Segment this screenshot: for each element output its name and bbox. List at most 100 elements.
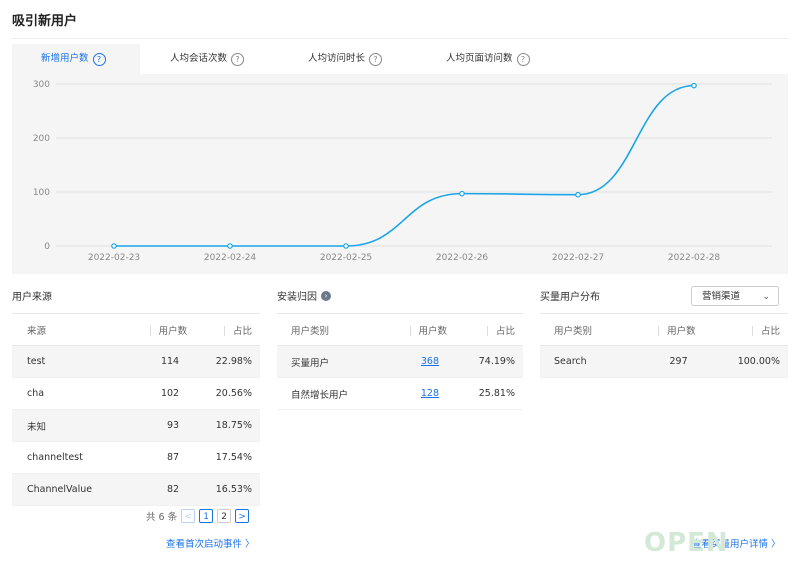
- cell-source: ChannelValue: [12, 473, 129, 506]
- tab-pageviews-per-user[interactable]: 人均页面访问数 ?: [446, 44, 530, 74]
- users-count-link[interactable]: 128: [421, 388, 439, 399]
- series-line: [113, 84, 695, 247]
- table-row: 买量用户 368 74.19%: [277, 345, 523, 378]
- table-header-row: 来源 用户数 占比: [12, 313, 260, 346]
- col-header-users-label: 用户数: [667, 325, 696, 337]
- chart-panel: 0 100 200 300 2022-02-23 2022-02-24 2022-02-25…: [12, 74, 788, 274]
- data-point: [343, 243, 349, 249]
- x-tick-label: 2022-02-25: [320, 253, 372, 263]
- info-icon[interactable]: ›: [321, 290, 331, 301]
- x-tick-label: 2022-02-27: [552, 253, 604, 263]
- cell-users: 368: [385, 345, 456, 378]
- table-row: Search 297 100.00%: [540, 345, 788, 378]
- y-tick-label: 100: [33, 188, 50, 198]
- col-header-share-label: 占比: [760, 325, 780, 337]
- tab-sessions-per-user[interactable]: 人均会话次数 ?: [170, 44, 245, 74]
- col-header-users-label: 用户数: [418, 325, 448, 337]
- col-header-share: 占比: [195, 313, 260, 346]
- table-header-row: 用户类别 用户数 占比: [277, 313, 523, 346]
- cell-source: test: [12, 345, 129, 378]
- next-page-button[interactable]: >: [235, 509, 250, 523]
- install-table: 用户类别 用户数 占比 买量用户 368 74.19% 自然增长用户 128 2…: [277, 313, 523, 410]
- tab-label: 人均会话次数: [170, 53, 228, 64]
- tab-new-users[interactable]: 新增用户数 ?: [12, 44, 140, 74]
- col-header-users-label: 用户数: [158, 325, 188, 337]
- cell-source: cha: [12, 377, 129, 410]
- table-header-row: 用户类别 用户数 占比: [540, 313, 788, 346]
- new-users-line-chart: 0 100 200 300 2022-02-23 2022-02-24 2022-02-25…: [33, 80, 772, 263]
- paid-table: 用户类别 用户数 占比 Search 297 100.00%: [540, 313, 788, 378]
- x-tick-label: 2022-02-28: [668, 253, 721, 263]
- paid-panel: 买量用户分布: [540, 288, 600, 303]
- col-header-share-label: 占比: [232, 325, 252, 337]
- cell-share: 20.56%: [195, 377, 260, 410]
- tab-duration-per-user[interactable]: 人均访问时长 ?: [308, 44, 383, 74]
- tab-label: 新增用户数: [41, 53, 89, 64]
- col-header-share: 占比: [703, 313, 788, 346]
- table-row: test 114 22.98%: [12, 345, 260, 378]
- sources-table: 来源 用户数 占比 test 114 22.98% cha 102 20.56%…: [12, 313, 260, 506]
- tab-label: 人均页面访问数: [446, 53, 513, 64]
- cell-users: 87: [128, 441, 196, 474]
- tab-label: 人均访问时长: [308, 53, 366, 64]
- col-header-users: 用户数: [627, 313, 704, 346]
- users-count-link[interactable]: 368: [421, 356, 439, 367]
- col-header-share-label: 占比: [495, 325, 515, 337]
- cell-users: 93: [128, 409, 196, 442]
- cell-share: 25.81%: [455, 377, 523, 410]
- help-icon[interactable]: ?: [516, 52, 530, 66]
- table-row: 未知 93 18.75%: [12, 409, 260, 442]
- watermark-logo: OPEN: [644, 528, 729, 558]
- cell-users: 114: [128, 345, 196, 378]
- data-point: [111, 243, 117, 249]
- sources-pagination: 共 6 条 < 1 2 >: [146, 509, 250, 523]
- page-title: 吸引新用户: [12, 14, 78, 29]
- col-header-users: 用户数: [385, 313, 456, 346]
- x-tick-label: 2022-02-24: [204, 253, 257, 263]
- col-header-users: 用户数: [128, 313, 196, 346]
- sources-panel: 用户来源: [12, 288, 52, 303]
- help-icon[interactable]: ?: [369, 52, 383, 66]
- cell-users: 128: [385, 377, 456, 410]
- cell-category: Search: [540, 345, 628, 378]
- paid-title: 买量用户分布: [540, 292, 600, 303]
- pagination-total: 共 6 条: [146, 512, 178, 523]
- col-header-category: 用户类别: [540, 313, 628, 346]
- y-tick-label: 200: [33, 134, 50, 144]
- cell-share: 100.00%: [703, 345, 788, 378]
- data-point: [459, 190, 465, 197]
- cell-source: 未知: [12, 409, 129, 442]
- data-point: [575, 191, 581, 198]
- page-2-button[interactable]: 2: [217, 509, 232, 523]
- sources-title: 用户来源: [12, 292, 52, 303]
- table-row: 自然增长用户 128 25.81%: [277, 377, 523, 410]
- cell-source: channeltest: [12, 441, 129, 474]
- page-1-button[interactable]: 1: [199, 509, 214, 523]
- help-icon[interactable]: ?: [231, 52, 245, 66]
- cell-category: 自然增长用户: [277, 377, 386, 410]
- channel-select[interactable]: 营销渠道 ⌄: [691, 286, 779, 306]
- x-tick-label: 2022-02-23: [88, 253, 140, 263]
- cell-share: 74.19%: [455, 345, 523, 378]
- cell-users: 82: [128, 473, 196, 506]
- col-header-source: 来源: [12, 313, 129, 346]
- view-first-launch-event-link[interactable]: 查看首次启动事件 〉: [166, 536, 255, 550]
- cell-share: 17.54%: [195, 441, 260, 474]
- x-tick-label: 2022-02-26: [436, 253, 489, 263]
- y-tick-label: 300: [33, 80, 50, 90]
- data-point: [227, 243, 233, 249]
- install-panel: 安装归因 ›: [277, 288, 331, 303]
- cell-share: 18.75%: [195, 409, 260, 442]
- help-icon[interactable]: ?: [92, 52, 106, 66]
- prev-page-button[interactable]: <: [181, 509, 196, 523]
- table-row: channeltest 87 17.54%: [12, 441, 260, 474]
- chevron-down-icon: ⌄: [762, 292, 770, 302]
- metric-tabs: 新增用户数 ? 人均会话次数 ? 人均访问时长 ? 人均页面访问数 ?: [12, 44, 788, 74]
- cell-users: 102: [128, 377, 196, 410]
- channel-select-value: 营销渠道: [702, 291, 741, 302]
- cell-share: 22.98%: [195, 345, 260, 378]
- col-header-category: 用户类别: [277, 313, 386, 346]
- table-row: ChannelValue 82 16.53%: [12, 473, 260, 506]
- y-tick-label: 0: [44, 242, 50, 252]
- cell-category: 买量用户: [277, 345, 386, 378]
